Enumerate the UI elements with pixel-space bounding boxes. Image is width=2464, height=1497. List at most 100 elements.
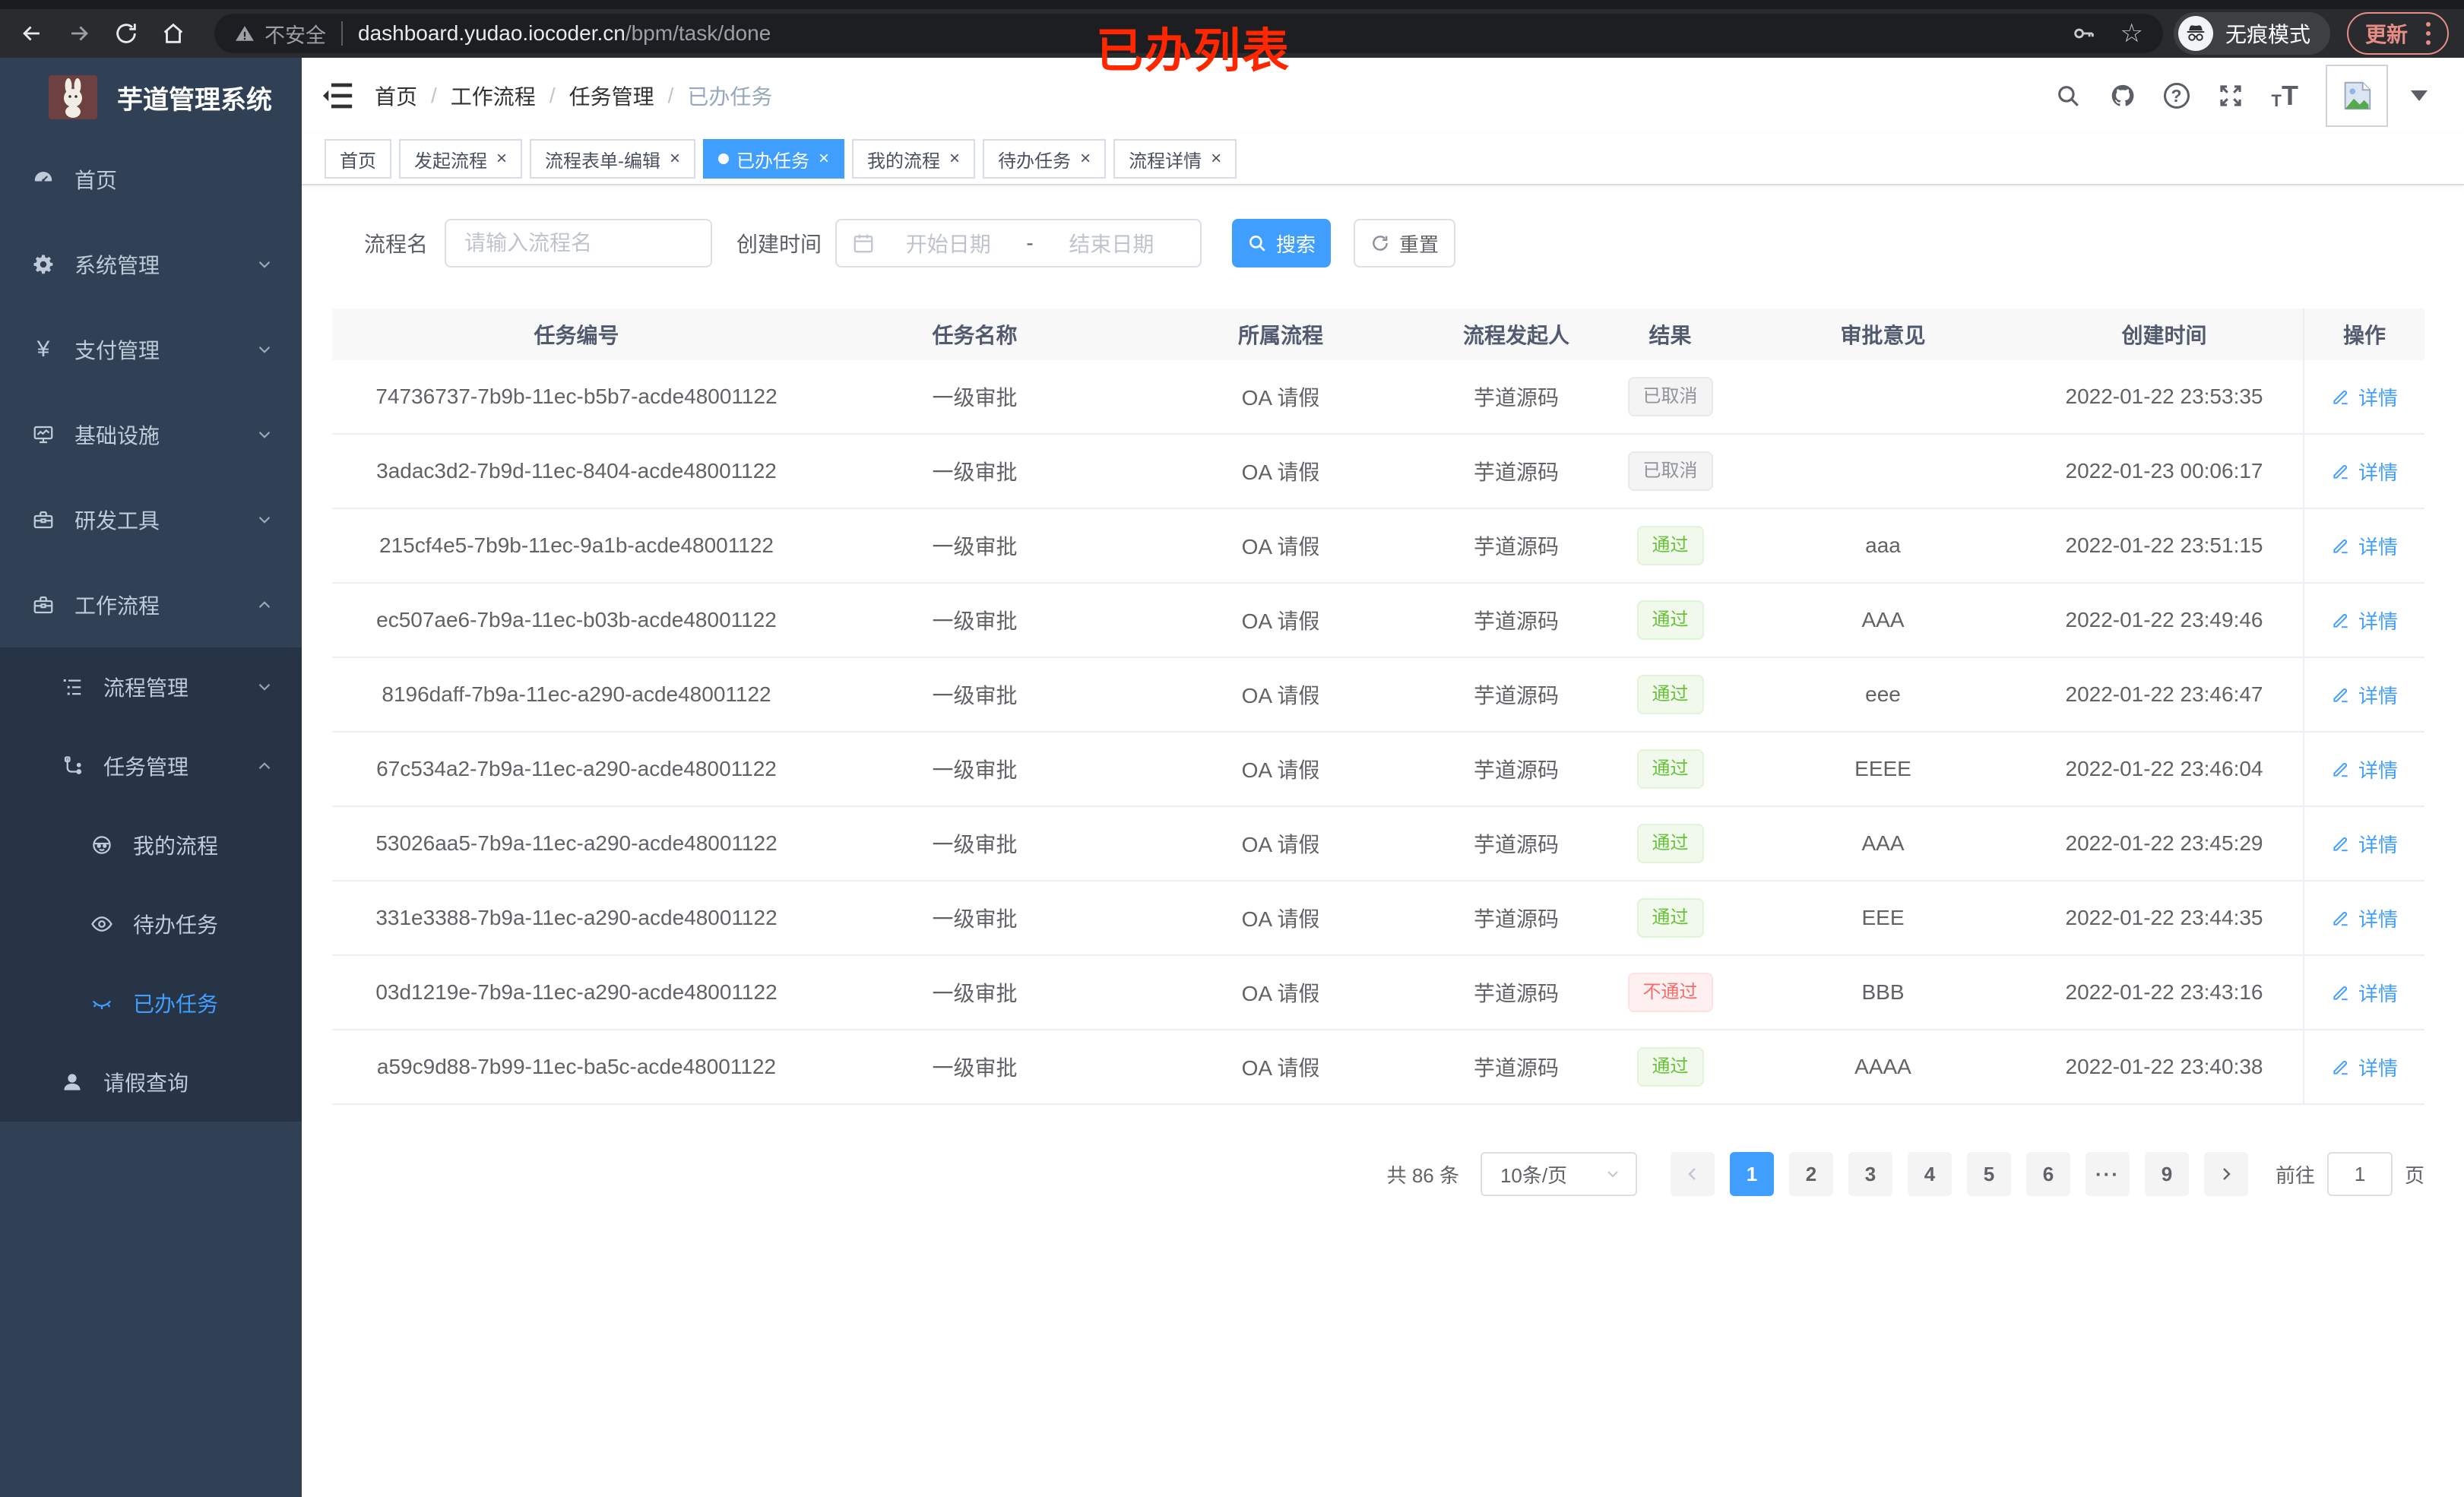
table-row[interactable]: 03d1219e-7b9a-11ec-a290-acde48001122 一级审… (332, 956, 2424, 1030)
page-number-button[interactable]: 2 (1788, 1152, 1833, 1196)
reset-button[interactable]: 重置 (1354, 219, 1456, 267)
logo[interactable]: 芋道管理系统 (0, 58, 302, 137)
tag-home[interactable]: 首页 (325, 139, 391, 179)
table-row[interactable]: 74736737-7b9b-11ec-b5b7-acde48001122 一级审… (332, 360, 2424, 435)
detail-button[interactable]: 详情 (2331, 979, 2398, 1007)
detail-button[interactable]: 详情 (2331, 1053, 2398, 1081)
detail-button[interactable]: 详情 (2331, 830, 2398, 858)
detail-button[interactable]: 详情 (2331, 457, 2398, 486)
back-icon[interactable] (15, 17, 49, 50)
process-name-input[interactable] (445, 219, 713, 267)
browser-menu-icon[interactable] (2426, 22, 2431, 45)
table-row[interactable]: 8196daff-7b9a-11ec-a290-acde48001122 一级审… (332, 658, 2424, 733)
goto-page-input[interactable] (2326, 1152, 2393, 1196)
breadcrumb-item[interactable]: 任务管理 (569, 81, 654, 111)
pencil-icon (2333, 912, 2348, 926)
tag-process-detail[interactable]: 流程详情 × (1113, 139, 1237, 179)
font-size-icon[interactable]: TT (2272, 82, 2298, 109)
sidebar-item-todo-tasks[interactable]: 待办任务 (0, 885, 302, 964)
page-number-button[interactable]: 9 (2144, 1152, 2189, 1196)
help-icon[interactable]: ? (2163, 83, 2190, 109)
create-time-label: 创建时间 (736, 233, 822, 256)
cell-process: OA 请假 (1241, 460, 1320, 484)
browser-tab-strip (0, 0, 2464, 9)
close-icon[interactable]: × (670, 150, 680, 168)
col-actions: 操作 (2303, 309, 2424, 360)
sidebar-item-my-process[interactable]: 我的流程 (0, 805, 302, 885)
caret-down-icon[interactable] (2411, 90, 2428, 101)
table-row[interactable]: 67c534a2-7b9a-11ec-a290-acde48001122 一级审… (332, 733, 2424, 807)
reload-icon[interactable] (109, 17, 143, 50)
page-size-select[interactable]: 10条/页 (1480, 1152, 1637, 1196)
page-number-button[interactable]: 5 (1966, 1152, 2011, 1196)
fullscreen-icon[interactable] (2217, 82, 2244, 109)
page-number-button[interactable]: 1 (1729, 1152, 1774, 1196)
detail-button[interactable]: 详情 (2331, 606, 2398, 635)
sidebar-item-done-tasks[interactable]: 已办任务 (0, 964, 302, 1043)
detail-button[interactable]: 详情 (2331, 383, 2398, 411)
table-row[interactable]: 331e3388-7b9a-11ec-a290-acde48001122 一级审… (332, 881, 2424, 956)
table-row[interactable]: 215cf4e5-7b9b-11ec-9a1b-acde48001122 一级审… (332, 509, 2424, 584)
search-button[interactable]: 搜索 (1232, 219, 1332, 267)
bookmark-star-icon[interactable]: ☆ (2120, 21, 2143, 46)
tag-form-edit[interactable]: 流程表单-编辑 × (530, 139, 696, 179)
end-date-placeholder[interactable]: 结束日期 (1038, 228, 1185, 258)
next-page-button[interactable] (2203, 1152, 2248, 1196)
prev-page-button[interactable] (1670, 1152, 1715, 1196)
cell-starter: 芋道源码 (1473, 386, 1559, 410)
sidebar-item-workflow[interactable]: 工作流程 (0, 562, 302, 647)
search-icon[interactable] (2054, 82, 2082, 109)
date-range-picker[interactable]: 开始日期 - 结束日期 (835, 219, 1202, 267)
update-button[interactable]: 更新 (2346, 12, 2449, 55)
security-label[interactable]: 不安全 (264, 19, 326, 49)
sidebar-item-home[interactable]: 首页 (0, 137, 302, 222)
avatar[interactable] (2326, 65, 2388, 127)
table-row[interactable]: 3adac3d2-7b9d-11ec-8404-acde48001122 一级审… (332, 435, 2424, 509)
table-row[interactable]: 53026aa5-7b9a-11ec-a290-acde48001122 一级审… (332, 807, 2424, 881)
tag-todo-tasks[interactable]: 待办任务 × (983, 139, 1107, 179)
cell-task-name: 一级审批 (932, 684, 1018, 707)
page-content: 流程名 创建时间 开始日期 - 结束日期 搜索 重置 (302, 185, 2464, 1196)
detail-button[interactable]: 详情 (2331, 755, 2398, 783)
start-date-placeholder[interactable]: 开始日期 (875, 228, 1021, 258)
close-icon[interactable]: × (1211, 150, 1221, 168)
sidebar-item-system[interactable]: 系统管理 (0, 222, 302, 307)
col-process: 所属流程 (1237, 324, 1323, 347)
cell-task-id: 53026aa5-7b9a-11ec-a290-acde48001122 (375, 831, 778, 855)
sidebar-item-devtools[interactable]: 研发工具 (0, 477, 302, 562)
page-number-button[interactable]: 3 (1848, 1152, 1892, 1196)
page-number-button[interactable]: 6 (2025, 1152, 2070, 1196)
sidebar-item-infra[interactable]: 基础设施 (0, 392, 302, 477)
url-text[interactable]: dashboard.yudao.iocoder.cn/bpm/task/done (358, 21, 771, 46)
forward-icon[interactable] (62, 17, 96, 50)
close-icon[interactable]: × (496, 150, 507, 168)
table-row[interactable]: ec507ae6-7b9a-11ec-b03b-acde48001122 一级审… (332, 584, 2424, 658)
page-ellipsis-button[interactable]: ··· (2085, 1152, 2130, 1196)
table-row[interactable]: a59c9d88-7b99-11ec-ba5c-acde48001122 一级审… (332, 1030, 2424, 1105)
key-icon[interactable] (2071, 21, 2097, 46)
sidebar-item-task-mgmt[interactable]: 任务管理 (0, 726, 302, 805)
close-icon[interactable]: × (1080, 150, 1091, 168)
cell-process: OA 请假 (1241, 907, 1320, 931)
close-icon[interactable]: × (949, 150, 960, 168)
page-number-button[interactable]: 4 (1907, 1152, 1952, 1196)
warning-icon (236, 26, 254, 41)
detail-button[interactable]: 详情 (2331, 904, 2398, 932)
breadcrumb-item[interactable]: 工作流程 (451, 81, 536, 111)
sidebar-item-payment[interactable]: ¥ 支付管理 (0, 307, 302, 392)
close-icon[interactable]: × (819, 150, 829, 168)
tag-done-tasks[interactable]: 已办任务 × (703, 139, 845, 179)
github-icon[interactable] (2109, 82, 2136, 109)
sidebar-item-process-mgmt[interactable]: 流程管理 (0, 647, 302, 726)
result-badge: 不通过 (1627, 973, 1713, 1012)
tag-start-process[interactable]: 发起流程 × (399, 139, 523, 179)
tag-my-process[interactable]: 我的流程 × (852, 139, 976, 179)
sidebar-fold-icon[interactable] (321, 81, 355, 111)
sidebar-item-leave-query[interactable]: 请假查询 (0, 1043, 302, 1122)
detail-button[interactable]: 详情 (2331, 532, 2398, 560)
breadcrumb-item[interactable]: 首页 (375, 81, 417, 111)
home-icon[interactable] (157, 17, 190, 50)
cell-time: 2022-01-22 23:46:04 (2065, 757, 2263, 780)
detail-button[interactable]: 详情 (2331, 681, 2398, 709)
sidebar-item-label: 任务管理 (103, 755, 189, 779)
